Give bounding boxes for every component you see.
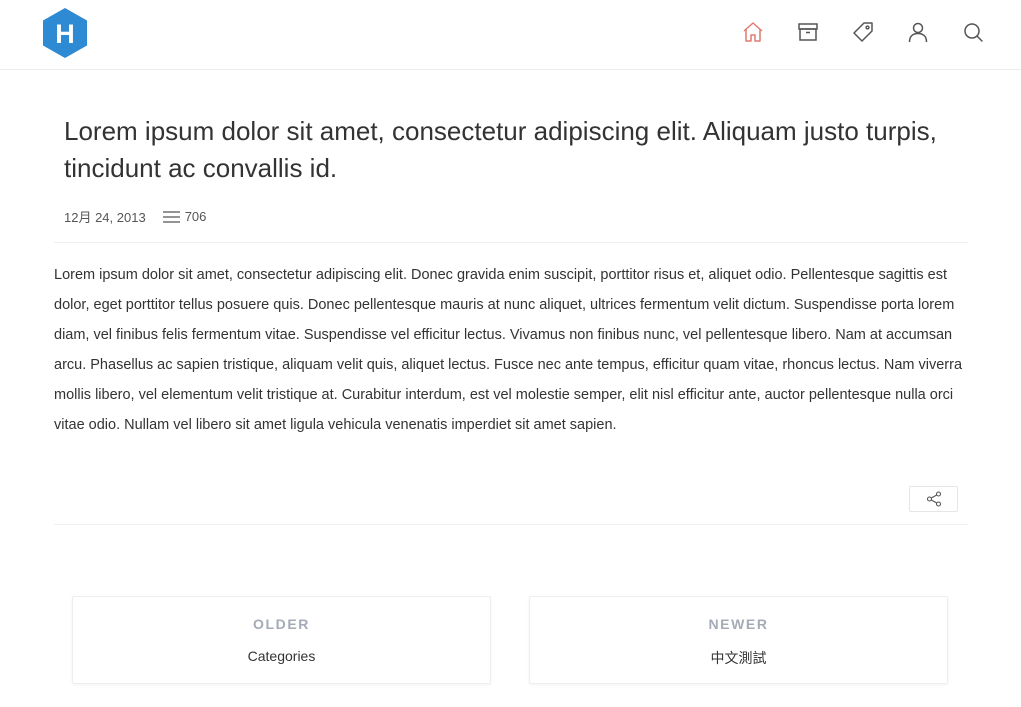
logo-letter: H: [55, 19, 75, 49]
nav-search[interactable]: [961, 20, 985, 44]
archive-icon: [798, 23, 818, 41]
main-nav: [741, 20, 985, 44]
older-caption: OLDER: [253, 616, 310, 632]
word-count: 706: [184, 209, 207, 224]
newer-caption: NEWER: [708, 616, 769, 632]
hexagon-logo-icon: H: [43, 8, 87, 58]
nav-archive[interactable]: [796, 20, 820, 44]
post-meta: 12月 24, 2013 706: [64, 207, 206, 226]
nav-about[interactable]: [906, 20, 930, 44]
tag-icon: [853, 22, 873, 42]
post-body: Lorem ipsum dolor sit amet, consectetur …: [54, 267, 963, 433]
share-button[interactable]: [909, 486, 958, 512]
word-count-icon: [162, 210, 180, 223]
newer-post-link[interactable]: NEWER 中文測試: [529, 596, 948, 684]
site-logo[interactable]: H: [40, 6, 90, 60]
header-divider: [54, 242, 968, 243]
nav-tags[interactable]: [851, 20, 875, 44]
share-icon: [926, 491, 941, 507]
home-icon: [743, 22, 763, 42]
user-icon: [908, 22, 928, 43]
footer-divider: [54, 524, 968, 525]
older-post-link[interactable]: OLDER Categories: [72, 596, 491, 684]
newer-post-title: 中文測試: [710, 650, 767, 666]
post-title: Lorem ipsum dolor sit amet, consectetur …: [64, 116, 937, 183]
search-icon: [964, 23, 983, 42]
older-post-title: Categories: [247, 648, 316, 664]
post-date: 12月 24, 2013: [64, 210, 146, 225]
site-header: H: [0, 0, 1021, 70]
nav-home[interactable]: [741, 20, 765, 44]
